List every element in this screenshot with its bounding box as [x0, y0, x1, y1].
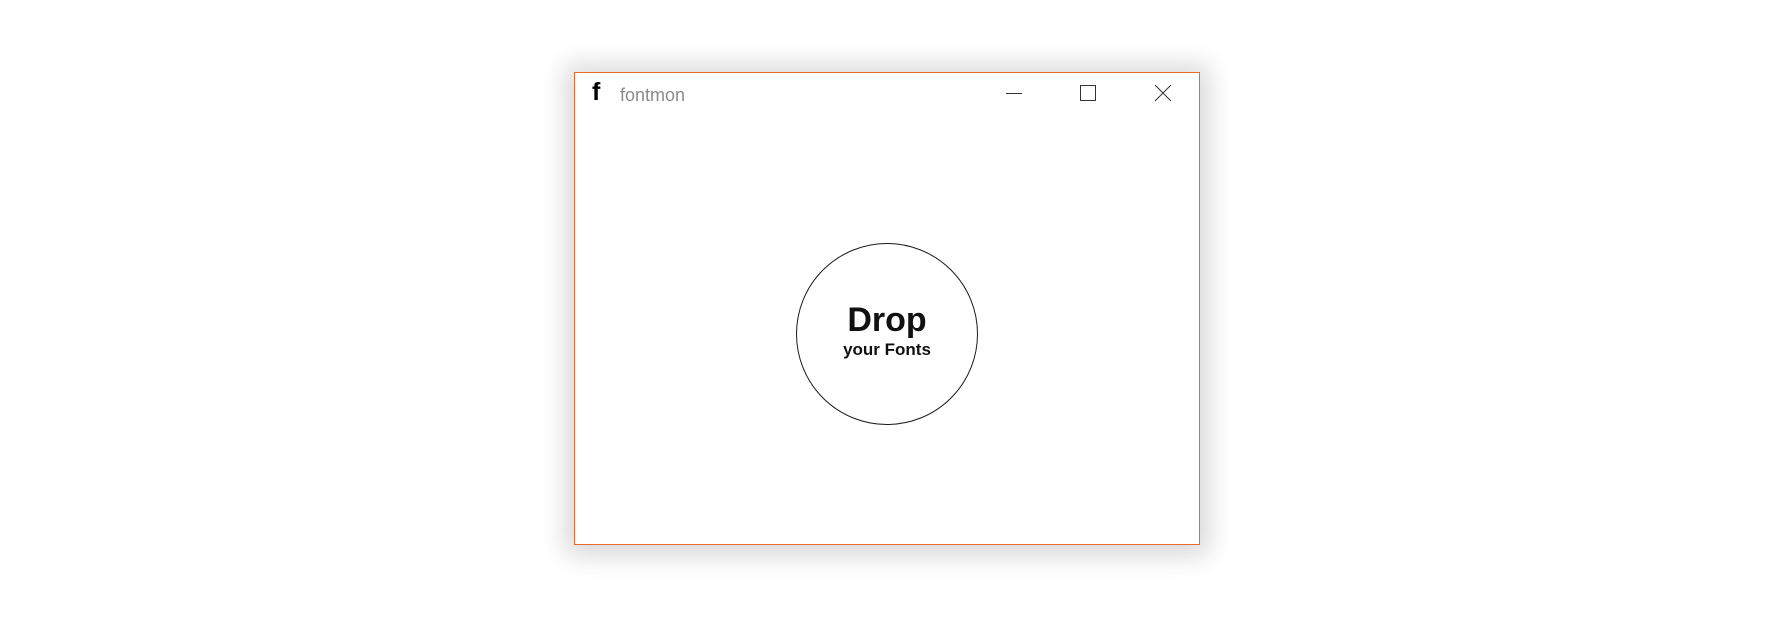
minimize-icon [1006, 93, 1022, 94]
app-window: f fontmon Drop your Fonts [574, 72, 1200, 545]
maximize-icon [1080, 85, 1096, 101]
close-button[interactable] [1140, 73, 1186, 113]
desktop: f fontmon Drop your Fonts [0, 0, 1776, 620]
app-logo-icon: f [592, 78, 601, 106]
drop-title: Drop [847, 301, 927, 339]
font-drop-zone[interactable]: Drop your Fonts [796, 243, 978, 425]
drop-subtitle: your Fonts [843, 340, 931, 359]
window-title: fontmon [620, 85, 686, 105]
maximize-button[interactable] [1065, 73, 1111, 113]
close-icon [1154, 84, 1172, 102]
minimize-button[interactable] [991, 73, 1037, 113]
title-bar[interactable]: f fontmon [575, 73, 1199, 113]
